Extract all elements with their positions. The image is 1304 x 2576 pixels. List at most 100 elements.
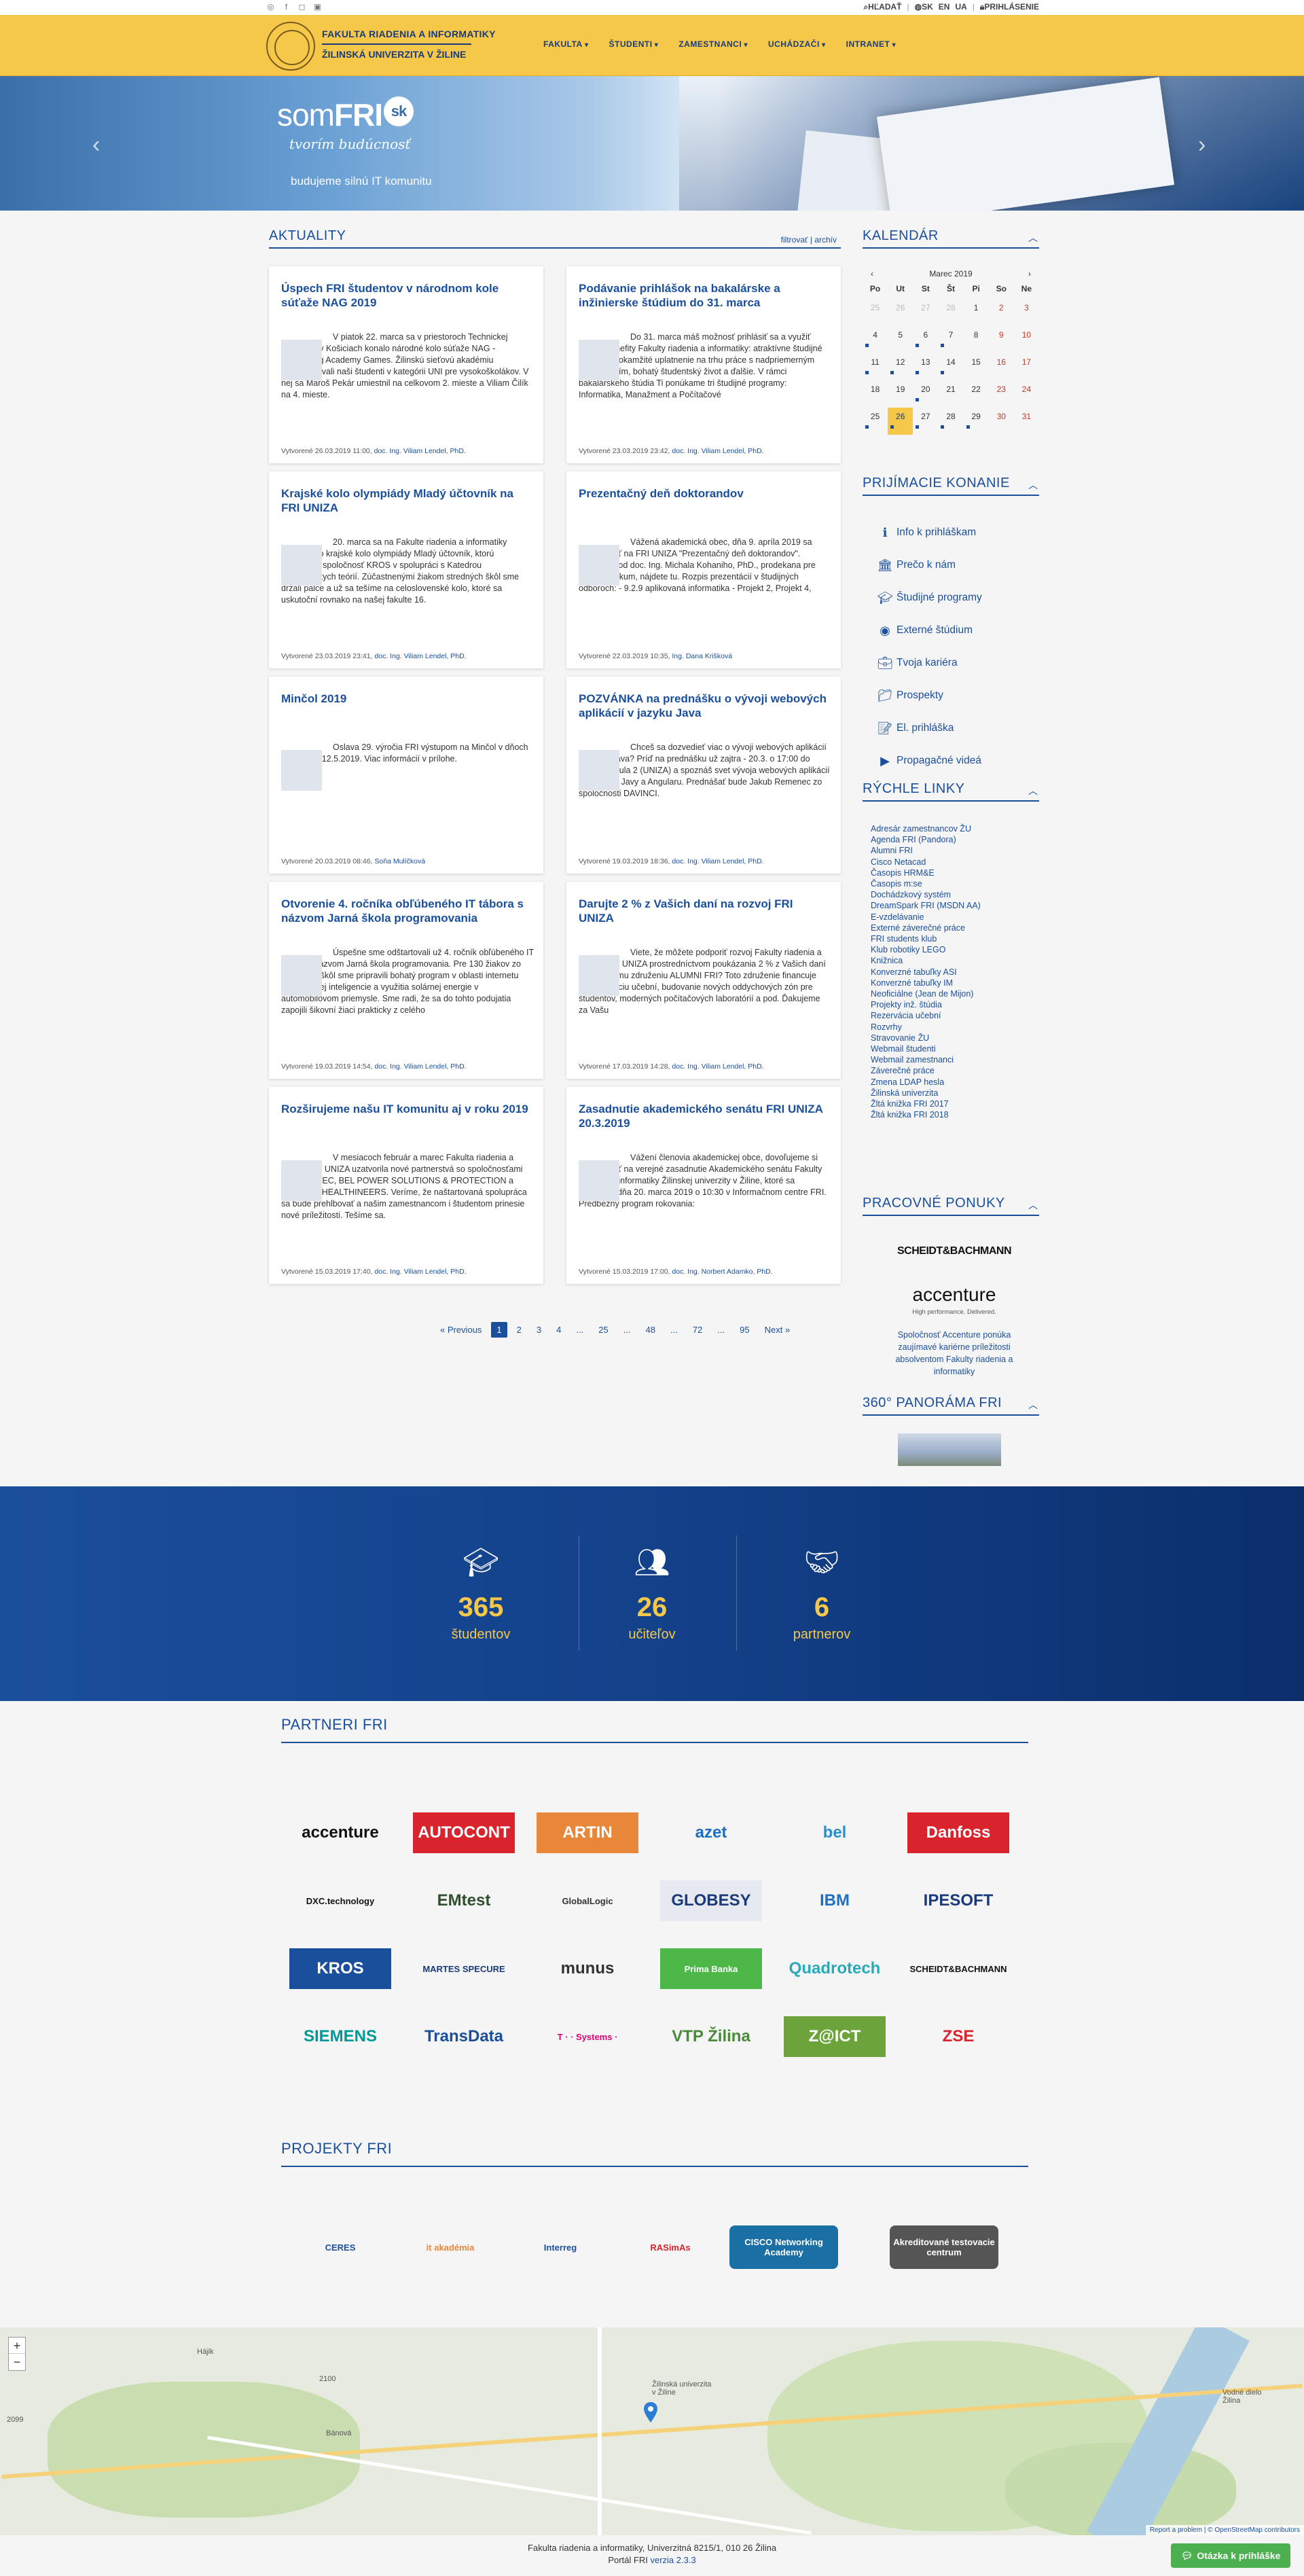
partner-logo[interactable]: GlobalLogic <box>537 1880 638 1921</box>
quicklink-item[interactable]: Konverzné tabuľky ASI <box>871 967 1040 978</box>
partner-logo[interactable]: munus <box>537 1948 638 1989</box>
news-card-title[interactable]: Prezentačný deň doktorandov <box>579 486 830 501</box>
news-card-title[interactable]: Rozširujeme našu IT komunitu aj v roku 2… <box>281 1102 532 1116</box>
author-link[interactable]: Soňa Mulíčková <box>374 857 425 865</box>
panorama-image[interactable] <box>898 1433 1001 1466</box>
chevron-up-icon[interactable]: ︿ <box>1028 478 1038 492</box>
quicklink-item[interactable]: Rezervácia učební <box>871 1010 1040 1021</box>
news-card-title[interactable]: Úspech FRI študentov v národnom kole súť… <box>281 281 532 310</box>
news-card-thumbnail[interactable] <box>579 545 619 586</box>
nav-uchadzaci[interactable]: UCHÁDZAČI <box>768 39 826 49</box>
quicklink-item[interactable]: Rozvrhy <box>871 1022 1040 1033</box>
zoom-out-button[interactable]: − <box>9 2354 25 2370</box>
lang-sk[interactable]: ◍SK <box>915 2 933 12</box>
quicklink-item[interactable]: Alumni FRI <box>871 845 1040 856</box>
calendar-day[interactable]: 9 <box>989 326 1014 353</box>
calendar-day[interactable]: 5 <box>888 326 913 353</box>
pager-next[interactable]: Next » <box>759 1322 796 1338</box>
admissions-item[interactable]: 🎓︎ Študijné programy <box>873 582 1043 614</box>
quicklink-item[interactable]: Žltá knižka FRI 2017 <box>871 1098 1040 1109</box>
partner-logo[interactable]: DXC.technology <box>289 1880 391 1921</box>
partner-logo[interactable]: VTP Žilina <box>660 2016 762 2057</box>
login-link[interactable]: 🔒︎PRIHLÁSENIE <box>980 2 1039 12</box>
news-card-title[interactable]: POZVÁNKA na prednášku o vývoji webových … <box>579 692 830 720</box>
calendar-day[interactable]: 19 <box>888 380 913 408</box>
instagram-icon[interactable]: ◻ <box>297 2 306 12</box>
news-card-thumbnail[interactable] <box>281 545 322 586</box>
author-link[interactable]: doc. Ing. Viliam Lendel, PhD. <box>374 1062 466 1071</box>
calendar-prev-icon[interactable]: ‹ <box>871 269 873 279</box>
pager-prev[interactable]: « Previous <box>435 1322 487 1338</box>
partner-logo[interactable]: EMtest <box>413 1880 515 1921</box>
quicklink-item[interactable]: Externé záverečné práce <box>871 923 1040 933</box>
carousel-next-icon[interactable]: › <box>1198 132 1206 158</box>
calendar-day[interactable]: 4 <box>863 326 888 353</box>
calendar-day[interactable]: 27 <box>913 408 938 435</box>
map-attribution[interactable]: Report a problem | © OpenStreetMap contr… <box>1145 2525 1304 2535</box>
partner-logo[interactable]: GLOBESY <box>660 1880 762 1921</box>
author-link[interactable]: doc. Ing. Viliam Lendel, PhD. <box>672 447 763 455</box>
pager-page[interactable]: 95 <box>734 1322 755 1338</box>
admissions-item[interactable]: ◉ Externé štúdium <box>873 614 1043 647</box>
calendar-day[interactable]: 27 <box>913 299 938 326</box>
author-link[interactable]: doc. Ing. Viliam Lendel, PhD. <box>374 1268 466 1276</box>
pager-page[interactable]: 1 <box>491 1322 507 1338</box>
chevron-up-icon[interactable]: ︿ <box>1028 784 1038 798</box>
project-logo[interactable]: RASimAs <box>619 2225 721 2269</box>
partner-logo[interactable]: ZSE <box>907 2016 1009 2057</box>
calendar-day[interactable]: 15 <box>964 353 989 380</box>
ask-question-button[interactable]: 💬︎ Otázka k prihláške <box>1171 2543 1290 2568</box>
news-card-title[interactable]: Minčol 2019 <box>281 692 532 706</box>
admissions-item[interactable]: 📝︎ El. prihláška <box>873 712 1043 745</box>
news-card-thumbnail[interactable] <box>579 340 619 380</box>
calendar-day[interactable]: 25 <box>863 299 888 326</box>
calendar-day[interactable]: 22 <box>964 380 989 408</box>
quicklink-item[interactable]: Stravovanie ŽU <box>871 1033 1040 1043</box>
quicklink-item[interactable]: Žilinská univerzita <box>871 1088 1040 1098</box>
admissions-item[interactable]: ℹ Info k prihláškam <box>873 516 1043 549</box>
calendar-day[interactable]: 29 <box>964 408 989 435</box>
quicklink-item[interactable]: Webmail zamestnanci <box>871 1054 1040 1065</box>
calendar-day[interactable]: 20 <box>913 380 938 408</box>
gallery-icon[interactable]: ▣ <box>313 2 322 12</box>
partner-logo[interactable]: AUTOCONT <box>413 1812 515 1853</box>
pager-page[interactable]: 4 <box>551 1322 566 1338</box>
news-card-thumbnail[interactable] <box>579 1160 619 1201</box>
location-map[interactable]: Žilinská univerzita v Žiline Bánová Vodn… <box>0 2327 1304 2535</box>
chevron-up-icon[interactable]: ︿ <box>1028 1398 1038 1412</box>
partner-logo[interactable]: Z@ICT <box>784 2016 886 2057</box>
partner-logo[interactable]: TransData <box>413 2016 515 2057</box>
calendar-day[interactable]: 28 <box>938 408 963 435</box>
nav-zamestnanci[interactable]: ZAMESTNANCI <box>678 39 748 49</box>
faculty-name[interactable]: FAKULTA RIADENIA A INFORMATIKY <box>322 29 496 39</box>
nav-studenti[interactable]: ŠTUDENTI <box>609 39 659 49</box>
quicklink-item[interactable]: E-vzdelávanie <box>871 912 1040 923</box>
quicklink-item[interactable]: FRI students klub <box>871 933 1040 944</box>
admissions-item[interactable]: 💼︎ Tvoja kariéra <box>873 647 1043 679</box>
partner-logo[interactable]: bel <box>784 1812 886 1853</box>
quicklink-item[interactable]: Záverečné práce <box>871 1065 1040 1076</box>
calendar-day[interactable]: 8 <box>964 326 989 353</box>
admissions-item[interactable]: ▶ Propagačné videá <box>873 745 1043 777</box>
facebook-icon[interactable]: f <box>282 2 291 12</box>
news-card-title[interactable]: Otvorenie 4. ročníka obľúbeného IT tábor… <box>281 897 532 925</box>
calendar-day[interactable]: 18 <box>863 380 888 408</box>
news-card-title[interactable]: Zasadnutie akademického senátu FRI UNIZA… <box>579 1102 830 1130</box>
author-link[interactable]: doc. Ing. Viliam Lendel, PhD. <box>374 447 466 455</box>
partner-logo[interactable]: SIEMENS <box>289 2016 391 2057</box>
author-link[interactable]: doc. Ing. Norbert Adamko, PhD. <box>672 1268 772 1276</box>
carousel-prev-icon[interactable]: ‹ <box>92 132 100 158</box>
footer-version-link[interactable]: verzia 2.3.3 <box>650 2555 695 2565</box>
partner-logo[interactable]: Danfoss <box>907 1812 1009 1853</box>
lang-en[interactable]: EN <box>939 2 950 12</box>
quicklink-item[interactable]: Zmena LDAP hesla <box>871 1077 1040 1088</box>
news-card-title[interactable]: Darujte 2 % z Vašich daní na rozvoj FRI … <box>579 897 830 925</box>
calendar-day[interactable]: 3 <box>1014 299 1039 326</box>
quicklink-item[interactable]: Projekty inž. štúdia <box>871 999 1040 1010</box>
partner-logo[interactable]: SCHEIDT&BACHMANN <box>907 1948 1009 1989</box>
partner-logo[interactable]: accenture <box>289 1812 391 1853</box>
pager-page[interactable]: 25 <box>593 1322 613 1338</box>
accenture-logo[interactable]: accenture <box>869 1284 1039 1306</box>
admissions-item[interactable]: 🏛︎ Prečo k nám <box>873 549 1043 582</box>
university-name[interactable]: ŽILINSKÁ UNIVERZITA V ŽILINE <box>322 49 466 60</box>
